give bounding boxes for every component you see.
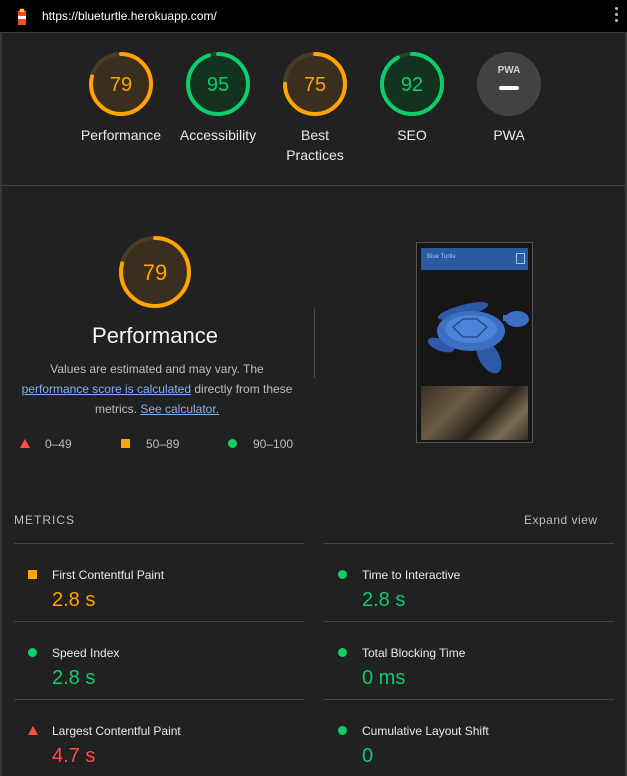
- screenshot-photo: [421, 386, 528, 440]
- metric-name: Total Blocking Time: [362, 646, 466, 660]
- expand-view-button[interactable]: Expand view: [524, 513, 598, 527]
- circle-icon: [338, 648, 347, 657]
- score-gauges: 79 Performance 95 Accessibility 75 Best P…: [2, 33, 625, 186]
- turtle-image: [427, 302, 529, 374]
- gauge-best-practices[interactable]: 75 Best Practices: [265, 51, 365, 165]
- metric-speed-index: Speed Index 2.8 s: [14, 621, 304, 699]
- metric-value: 2.8 s: [362, 589, 406, 611]
- gauge-score: 75: [304, 74, 326, 96]
- page-screenshot: Blue Turtle: [416, 242, 533, 443]
- gauge-label: Best: [300, 127, 329, 143]
- metrics-heading: METRICS: [14, 513, 75, 527]
- metric-value: 0: [362, 745, 374, 767]
- gauge-score: 92: [401, 74, 423, 96]
- circle-icon: [228, 439, 237, 448]
- performance-large-gauge: 79: [118, 235, 192, 314]
- triangle-icon: [28, 726, 38, 735]
- metric-fcp: First Contentful Paint 2.8 s: [14, 543, 304, 621]
- gauge-accessibility[interactable]: 95 Accessibility: [168, 51, 268, 145]
- gauge-label-2: Practices: [286, 147, 344, 163]
- screenshot-site-header: Blue Turtle: [421, 248, 528, 270]
- gauge-score: 79: [110, 74, 132, 96]
- screenshot-site-title: Blue Turtle: [427, 254, 456, 260]
- metric-name: Largest Contentful Paint: [52, 724, 181, 738]
- performance-description: Values are estimated and may vary. The p…: [16, 359, 298, 419]
- gauge-label: PWA: [493, 127, 525, 143]
- metric-tti: Time to Interactive 2.8 s: [324, 543, 614, 621]
- legend-range: 50–89: [146, 437, 180, 451]
- gauge-ring: 92: [380, 52, 444, 116]
- gauge-ring: 79: [119, 236, 191, 308]
- browser-top-bar: https://blueturtle.herokuapp.com/: [0, 0, 627, 33]
- legend-range: 90–100: [253, 437, 294, 451]
- page-url[interactable]: https://blueturtle.herokuapp.com/: [42, 9, 217, 23]
- circle-icon: [338, 726, 347, 735]
- gauge-score: 95: [207, 74, 229, 96]
- performance-score: 79: [143, 260, 167, 285]
- gauge-ring: 79: [89, 52, 153, 116]
- lighthouse-icon: [17, 8, 27, 25]
- pwa-badge-text: PWA: [498, 65, 521, 76]
- desc-text-3: metrics.: [94, 402, 141, 416]
- gauge-pwa[interactable]: PWA PWA: [459, 51, 559, 145]
- triangle-icon: [20, 439, 30, 448]
- desc-text-2: directly from these: [191, 382, 293, 396]
- gauge-performance[interactable]: 79 Performance: [71, 51, 171, 145]
- gauge-label: Performance: [80, 127, 162, 143]
- metric-name: Cumulative Layout Shift: [362, 724, 489, 738]
- gauge-label: SEO: [397, 127, 427, 143]
- metric-value: 2.8 s: [52, 589, 96, 611]
- metric-value: 4.7 s: [52, 745, 96, 767]
- hamburger-icon: [516, 253, 525, 264]
- metric-name: Speed Index: [52, 646, 120, 660]
- gauge-ring: 75: [283, 52, 347, 116]
- circle-icon: [28, 648, 37, 657]
- legend-range: 0–49: [45, 437, 72, 451]
- gauge-seo[interactable]: 92 SEO: [362, 51, 462, 145]
- more-options-icon[interactable]: [612, 7, 620, 27]
- circle-icon: [338, 570, 347, 579]
- score-calculated-link[interactable]: performance score is calculated: [22, 382, 191, 396]
- metric-name: First Contentful Paint: [52, 568, 165, 582]
- square-icon: [121, 439, 130, 448]
- metric-value: 0 ms: [362, 667, 406, 689]
- metric-tbt: Total Blocking Time 0 ms: [324, 621, 614, 699]
- gauge-label: Accessibility: [179, 127, 257, 143]
- see-calculator-link[interactable]: See calculator.: [140, 402, 219, 416]
- report-frame: 79 Performance 95 Accessibility 75 Best P…: [0, 33, 627, 776]
- square-icon: [28, 570, 37, 579]
- performance-title: Performance: [92, 323, 218, 348]
- metric-cls: Cumulative Layout Shift 0: [324, 699, 614, 776]
- desc-text-1: Values are estimated and may vary. The: [50, 362, 264, 376]
- metric-name: Time to Interactive: [362, 568, 461, 582]
- gauge-ring: 95: [186, 52, 250, 116]
- metric-lcp: Largest Contentful Paint 4.7 s: [14, 699, 304, 776]
- vertical-divider: [314, 308, 315, 378]
- pwa-badge-icon: PWA: [477, 52, 541, 116]
- metric-value: 2.8 s: [52, 667, 96, 689]
